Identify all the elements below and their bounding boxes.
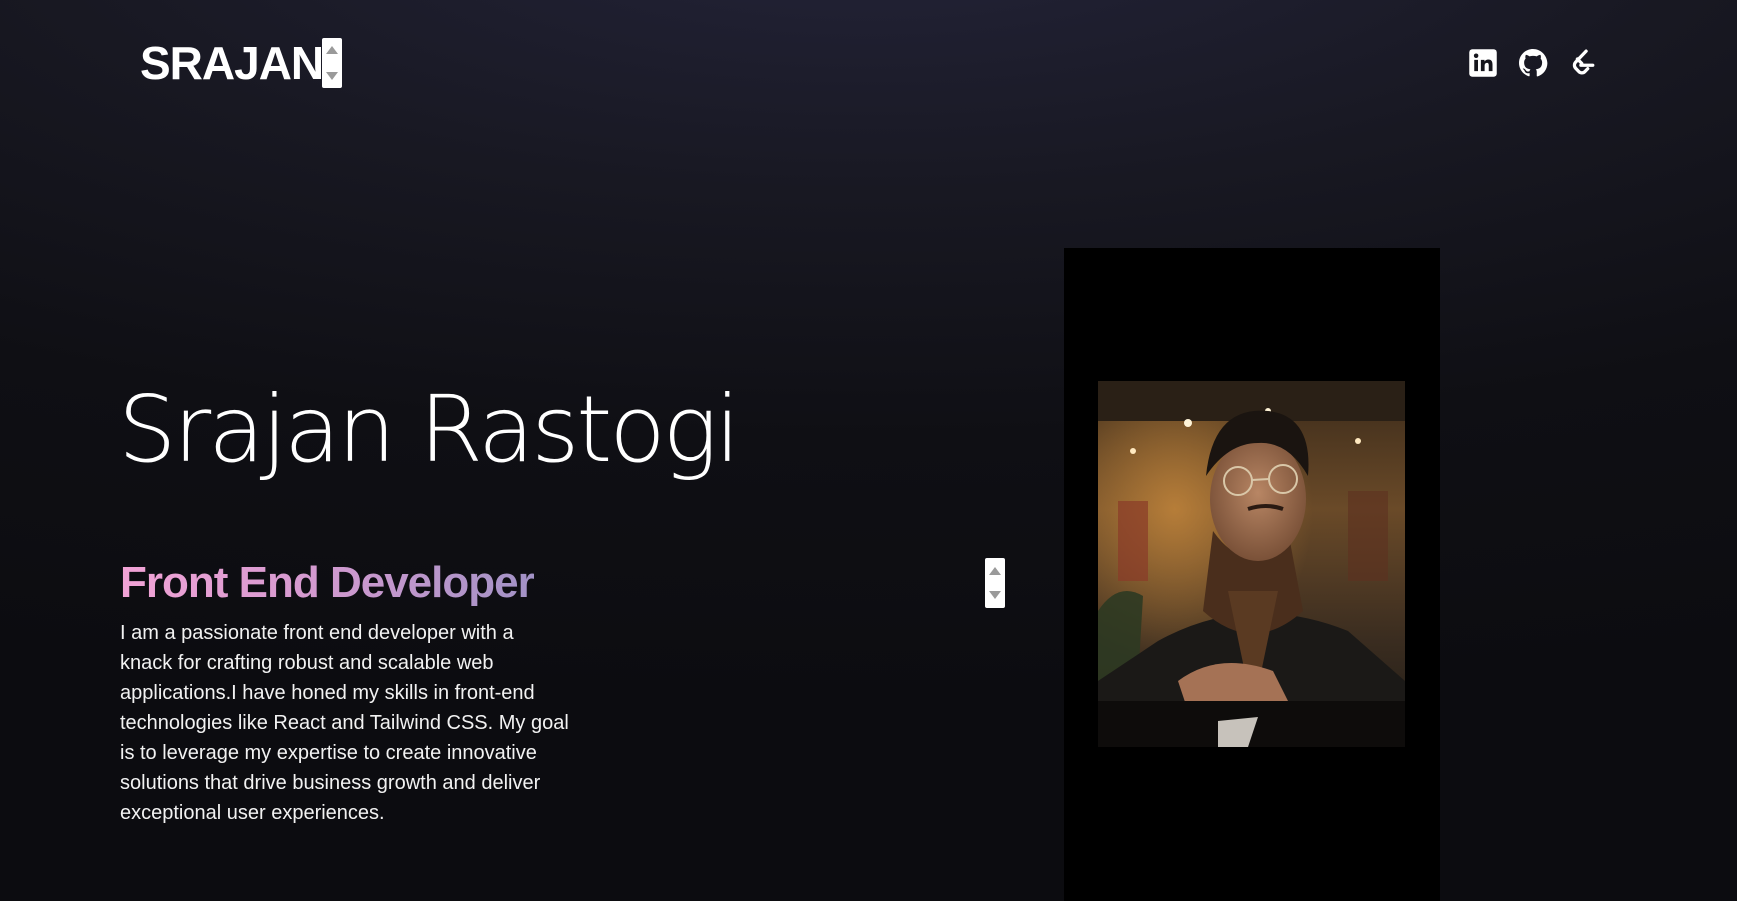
spinner-down-icon[interactable]: [989, 591, 1001, 599]
social-links: [1468, 44, 1598, 82]
spinner-up-icon[interactable]: [989, 567, 1001, 575]
linkedin-icon: [1469, 49, 1497, 77]
site-logo[interactable]: SRAJAN: [140, 34, 324, 92]
leetcode-link[interactable]: [1568, 44, 1598, 82]
linkedin-link[interactable]: [1468, 44, 1498, 82]
hero-role: Front End Developer: [120, 556, 535, 610]
leetcode-icon: [1572, 49, 1595, 75]
hero-bio: I am a passionate front end developer wi…: [120, 622, 569, 824]
number-spinner[interactable]: [985, 558, 1005, 608]
number-spinner[interactable]: [322, 38, 342, 88]
github-icon: [1519, 49, 1548, 77]
hero-name: Srajan Rastogi: [118, 376, 740, 483]
spinner-down-icon[interactable]: [326, 72, 338, 80]
profile-photo-panel: [1064, 248, 1440, 901]
profile-photo: [1098, 381, 1405, 747]
github-link[interactable]: [1518, 44, 1548, 82]
profile-photo-image: [1098, 381, 1405, 747]
spinner-up-icon[interactable]: [326, 46, 338, 54]
